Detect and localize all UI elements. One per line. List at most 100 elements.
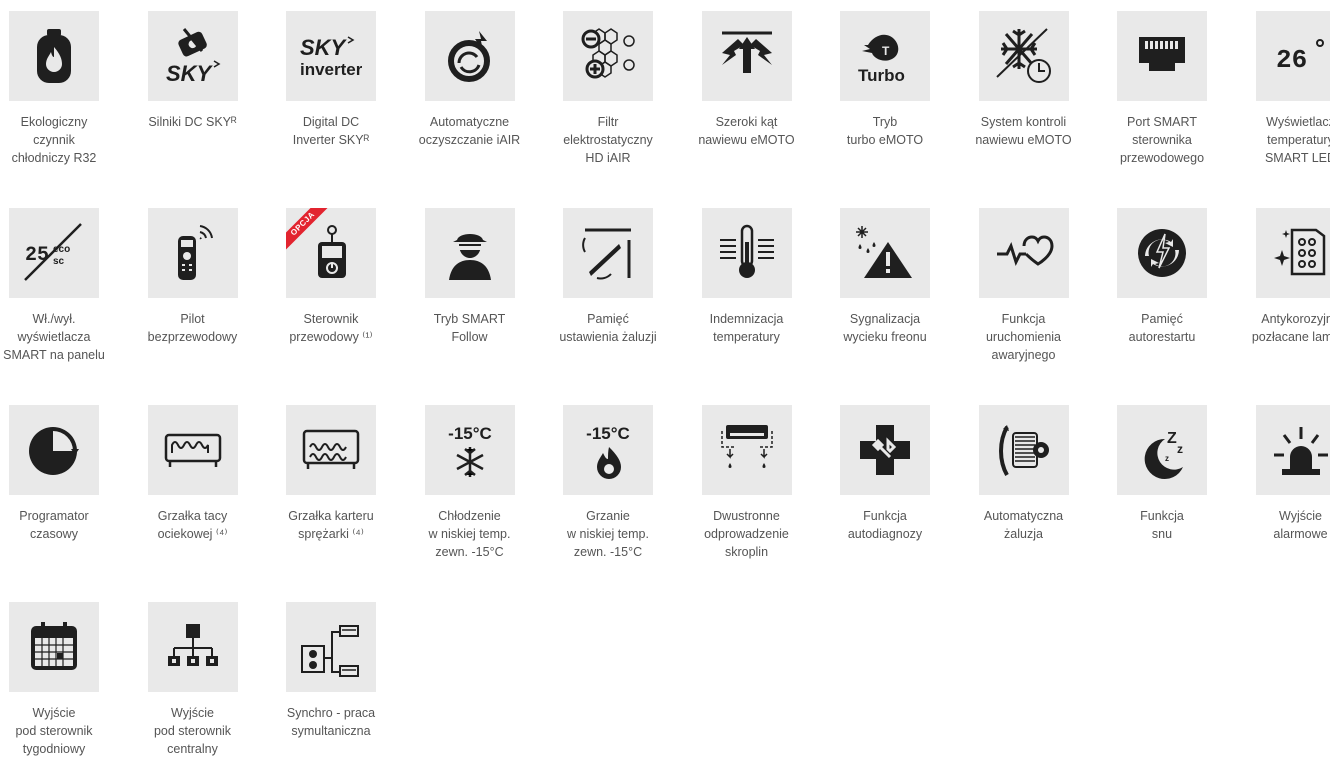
sky-dc-motor-icon: SKY: [162, 25, 224, 87]
feature-label-line: awaryjnego: [991, 348, 1056, 362]
heartbeat-icon: [993, 222, 1055, 284]
electrostatic-filter-icon: [577, 25, 639, 87]
feature-label-line: turbo eMOTO: [846, 133, 924, 147]
feature-label-line: skroplin: [724, 545, 769, 559]
feature-label-line: autorestartu: [1128, 330, 1196, 344]
feature-label-line: Funkcja: [1001, 312, 1046, 326]
feature-label: Grzałka karteru sprężarki ⁽⁴⁾: [268, 507, 394, 543]
feature-label-line: Antykorozyjne: [1261, 312, 1330, 326]
feature-label-line: bezprzewodowy: [147, 330, 238, 344]
timer-icon: [23, 419, 85, 481]
feature-label: Funkcja snu: [1099, 507, 1225, 543]
feature-label-line: sprężarki ⁽⁴⁾: [298, 527, 364, 541]
feature-label-line: Wyjście: [1279, 509, 1322, 523]
feature-label-line: Pilot: [180, 312, 205, 326]
sleep-icon: Zzz: [1131, 419, 1193, 481]
feature-label: Funkcja autodiagnozy: [822, 507, 948, 543]
turbo-mode-icon: T Turbo: [854, 25, 916, 87]
feature-label: Wyświetlacz temperatury SMART LED: [1238, 113, 1330, 167]
feature-tile: [840, 208, 930, 298]
feature-label-line: Wyjście: [32, 706, 76, 720]
feature-smart-port: Port SMART sterownika przewodowego: [1099, 11, 1225, 167]
auto-louver-icon: [993, 419, 1055, 481]
feature-label: Wyjście alarmowe: [1238, 507, 1330, 543]
feature-auto-louver: Automatyczna żaluzja: [961, 405, 1087, 543]
feature-tile: T Turbo: [840, 11, 930, 101]
feature-label: Automatyczne oczyszczanie iAIR: [407, 113, 533, 149]
tray-heater-icon: [162, 419, 224, 481]
icon-temperature-text: -15°C: [448, 424, 492, 443]
feature-label-line: tygodniowy: [22, 742, 86, 756]
feature-tile: [840, 405, 930, 495]
auto-clean-icon: [439, 25, 501, 87]
feature-label-line: Dwustronne: [713, 509, 780, 523]
feature-label-line: sterownika: [1132, 133, 1192, 147]
feature-tile: Zzz: [1117, 405, 1207, 495]
feature-gas-cylinder: Ekologiczny czynnik chłodniczy R32: [0, 11, 117, 167]
feature-label-line: Szeroki kąt: [715, 115, 778, 129]
feature-label-line: Grzałka tacy: [157, 509, 228, 523]
gold-fins-icon: [1270, 222, 1330, 284]
feature-label-line: Sygnalizacja: [849, 312, 921, 326]
feature-tile: [286, 405, 376, 495]
feature-autorestart: Pamięć autorestartu: [1099, 208, 1225, 346]
weekly-calendar-icon: [23, 616, 85, 678]
feature-label-line: pod sterownik: [153, 724, 232, 738]
feature-label: Indemnizacja temperatury: [684, 310, 810, 346]
feature-label-line: centralny: [167, 742, 218, 756]
feature-tile: [9, 11, 99, 101]
feature-dual-drain: Dwustronne odprowadzenie skroplin: [684, 405, 810, 561]
wired-controller-icon: [300, 222, 362, 284]
svg-text:26: 26: [1276, 45, 1307, 75]
feature-low-temp-cooling: -15°C Chłodzenie w niskiej temp. zewn. -15°…: [407, 405, 533, 561]
feature-label-line: wycieku freonu: [843, 330, 927, 344]
feature-wireless-remote: Pilot bezprzewodowy: [130, 208, 256, 346]
feature-label: Sygnalizacja wycieku freonu: [822, 310, 948, 346]
wide-airflow-icon: [716, 25, 778, 87]
feature-label: Dwustronne odprowadzenie skroplin: [684, 507, 810, 561]
feature-tile: [286, 602, 376, 692]
feature-label-line: alarmowe: [1273, 527, 1328, 541]
feature-label-line: w niskiej temp.: [428, 527, 511, 541]
feature-tile: [147, 405, 238, 495]
low-temp-cooling-icon: -15°C: [439, 419, 501, 481]
feature-label-line: SMART LED: [1264, 151, 1330, 165]
feature-label-line: pod sterownik: [15, 724, 93, 738]
feature-tile: [9, 405, 99, 495]
feature-gold-fins: Antykorozyjne pozłacane lamele: [1238, 208, 1330, 346]
feature-label-line: snu: [1151, 527, 1173, 541]
feature-tile: [701, 208, 792, 298]
feature-label-line: ustawienia żaluzji: [559, 330, 657, 344]
feature-label-line: wyświetlacza: [17, 330, 91, 344]
svg-text:inverter: inverter: [300, 60, 362, 79]
feature-label-line: Chłodzenie: [438, 509, 501, 523]
svg-text:sc: sc: [53, 256, 65, 267]
feature-sky-dc-motor: SKY Silniki DC SKYᴿ: [130, 11, 256, 131]
feature-label: Pamięć ustawienia żaluzji: [545, 310, 671, 346]
feature-label-line: Port SMART: [1127, 115, 1197, 129]
feature-alarm-light: Wyjście alarmowe: [1238, 405, 1330, 543]
feature-label-line: chłodniczy R32: [11, 151, 97, 165]
feature-label-line: Funkcja: [863, 509, 907, 523]
feature-label-line: Wyświetlacz: [1266, 115, 1330, 129]
dual-drain-icon: [716, 419, 778, 481]
thermometer-icon: [716, 222, 778, 284]
leak-warning-icon: [854, 222, 916, 284]
smart-port-icon: [1131, 25, 1193, 87]
feature-label-line: Tryb: [872, 115, 898, 129]
feature-label-line: nawiewu eMOTO: [698, 133, 795, 147]
feature-weekly-calendar: Wyjście pod sterownik tygodniowy: [0, 602, 117, 758]
feature-label-line: SMART na panelu: [3, 348, 105, 362]
svg-text:25: 25: [25, 244, 49, 267]
feature-label-line: autodiagnozy: [847, 527, 923, 541]
feature-label: System kontroli nawiewu eMOTO: [961, 113, 1087, 149]
feature-tile: OPCJA: [286, 208, 376, 298]
feature-tile: [701, 11, 792, 101]
display-toggle-icon: 25 eco sc: [23, 222, 85, 284]
feature-low-temp-heating: -15°C Grzanie w niskiej temp. zewn. -15°C: [545, 405, 671, 561]
feature-label-line: zewn. -15°C: [573, 545, 643, 559]
feature-label-line: Pamięć: [1141, 312, 1183, 326]
feature-label-line: pozłacane lamele: [1251, 330, 1330, 344]
feature-airflow-control: System kontroli nawiewu eMOTO: [961, 11, 1087, 149]
feature-tile: -15°C: [563, 405, 653, 495]
